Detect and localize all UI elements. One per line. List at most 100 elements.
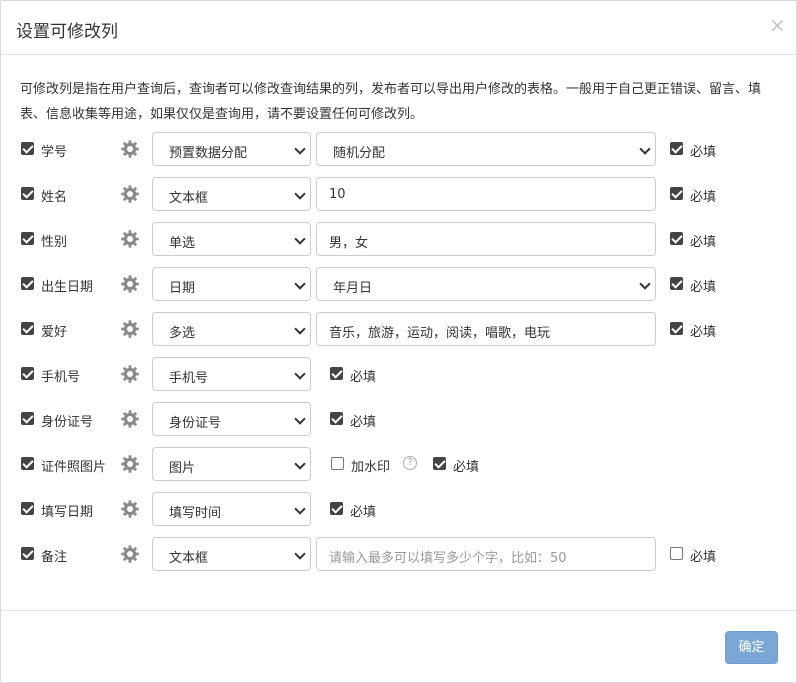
- type-select-value: 单选: [169, 236, 196, 251]
- close-icon[interactable]: ×: [769, 15, 786, 35]
- required-label: 必填: [690, 235, 717, 250]
- field-row: 填写日期 填写时间 必填: [1, 492, 796, 526]
- type-select[interactable]: 图片: [152, 447, 311, 481]
- field-row: 备注 文本框 请输入最多可以填写多少个字，比如：50 必填: [1, 537, 796, 571]
- value-input-text: 男，女: [329, 236, 369, 251]
- enable-checkbox[interactable]: [21, 187, 34, 200]
- value-select-value: 年月日: [333, 281, 373, 296]
- type-select-value: 文本框: [169, 191, 209, 206]
- field-label: 出生日期: [41, 280, 94, 295]
- gear-icon[interactable]: [120, 184, 140, 204]
- required-checkbox[interactable]: [670, 142, 683, 155]
- field-row: 出生日期 日期 年月日 必填: [1, 267, 796, 301]
- gear-icon[interactable]: [120, 364, 140, 384]
- enable-checkbox[interactable]: [21, 547, 34, 560]
- type-select[interactable]: 预置数据分配: [152, 132, 311, 166]
- type-select-value: 文本框: [169, 551, 209, 566]
- enable-checkbox[interactable]: [21, 322, 34, 335]
- required-label: 必填: [690, 280, 717, 295]
- required-checkbox[interactable]: [670, 232, 683, 245]
- chevron-down-icon: [639, 143, 651, 155]
- gear-icon[interactable]: [120, 409, 140, 429]
- watermark-checkbox[interactable]: [331, 457, 344, 470]
- type-select[interactable]: 手机号: [152, 357, 311, 391]
- enable-checkbox[interactable]: [21, 457, 34, 470]
- field-label: 爱好: [41, 325, 68, 340]
- required-checkbox[interactable]: [670, 277, 683, 290]
- gear-icon[interactable]: [120, 319, 140, 339]
- type-select-value: 手机号: [169, 371, 209, 386]
- type-select[interactable]: 文本框: [152, 177, 311, 211]
- gear-icon[interactable]: [120, 454, 140, 474]
- value-select-value: 随机分配: [333, 146, 386, 161]
- chevron-down-icon: [294, 233, 306, 245]
- footer-divider: [1, 610, 796, 611]
- value-input-placeholder: 请输入最多可以填写多少个字，比如：50: [329, 551, 567, 566]
- help-icon[interactable]: ?: [403, 456, 417, 470]
- field-label: 身份证号: [41, 415, 94, 430]
- field-label: 填写日期: [41, 505, 94, 520]
- value-input[interactable]: 音乐，旅游，运动，阅读，唱歌，电玩: [316, 312, 656, 346]
- required-label: 必填: [690, 190, 717, 205]
- field-row: 性别 单选 男，女 必填: [1, 222, 796, 256]
- required-checkbox[interactable]: [670, 322, 683, 335]
- required-label: 必填: [690, 325, 717, 340]
- type-select[interactable]: 多选: [152, 312, 311, 346]
- required-checkbox[interactable]: [433, 457, 446, 470]
- type-select-value: 多选: [169, 326, 196, 341]
- gear-icon[interactable]: [120, 499, 140, 519]
- gear-icon[interactable]: [120, 229, 140, 249]
- type-select[interactable]: 身份证号: [152, 402, 311, 436]
- field-label: 性别: [41, 235, 68, 250]
- chevron-down-icon: [294, 143, 306, 155]
- type-select[interactable]: 单选: [152, 222, 311, 256]
- ok-button[interactable]: 确定: [725, 631, 778, 664]
- value-input[interactable]: 男，女: [316, 222, 656, 256]
- field-row: 手机号 手机号 必填: [1, 357, 796, 391]
- type-select[interactable]: 填写时间: [152, 492, 311, 526]
- chevron-down-icon: [294, 503, 306, 515]
- required-checkbox[interactable]: [670, 187, 683, 200]
- modal-dialog: 设置可修改列 × 可修改列是指在用户查询后，查询者可以修改查询结果的列，发布者可…: [0, 0, 797, 683]
- required-label: 必填: [350, 370, 377, 385]
- required-checkbox[interactable]: [670, 547, 683, 560]
- enable-checkbox[interactable]: [21, 232, 34, 245]
- enable-checkbox[interactable]: [21, 412, 34, 425]
- enable-checkbox[interactable]: [21, 277, 34, 290]
- type-select[interactable]: 文本框: [152, 537, 311, 571]
- type-select-value: 图片: [169, 461, 196, 476]
- value-select[interactable]: 随机分配: [316, 132, 656, 166]
- value-input[interactable]: 10: [316, 177, 656, 211]
- type-select-value: 预置数据分配: [169, 146, 248, 161]
- required-checkbox[interactable]: [330, 412, 343, 425]
- enable-checkbox[interactable]: [21, 502, 34, 515]
- field-label: 证件照图片: [41, 460, 107, 475]
- field-label: 手机号: [41, 370, 81, 385]
- modal-title: 设置可修改列: [16, 22, 118, 42]
- required-checkbox[interactable]: [330, 502, 343, 515]
- type-select[interactable]: 日期: [152, 267, 311, 301]
- chevron-down-icon: [294, 413, 306, 425]
- watermark-label: 加水印: [351, 460, 391, 475]
- field-label: 学号: [41, 145, 68, 160]
- enable-checkbox[interactable]: [21, 142, 34, 155]
- value-select[interactable]: 年月日: [316, 267, 656, 301]
- gear-icon[interactable]: [120, 139, 140, 159]
- required-checkbox[interactable]: [330, 367, 343, 380]
- chevron-down-icon: [294, 548, 306, 560]
- field-label: 备注: [41, 550, 68, 565]
- field-row: 姓名 文本框 10 必填: [1, 177, 796, 211]
- value-input[interactable]: 请输入最多可以填写多少个字，比如：50: [316, 537, 656, 571]
- chevron-down-icon: [639, 278, 651, 290]
- modal-header: 设置可修改列 ×: [1, 1, 796, 55]
- field-label: 姓名: [41, 190, 68, 205]
- field-row: 证件照图片 图片 加水印? 必填: [1, 447, 796, 481]
- required-label: 必填: [690, 550, 717, 565]
- chevron-down-icon: [294, 188, 306, 200]
- description-text: 可修改列是指在用户查询后，查询者可以修改查询结果的列，发布者可以导出用户修改的表…: [20, 82, 762, 122]
- type-select-value: 日期: [169, 281, 196, 296]
- enable-checkbox[interactable]: [21, 367, 34, 380]
- gear-icon[interactable]: [120, 274, 140, 294]
- gear-icon[interactable]: [120, 544, 140, 564]
- required-label: 必填: [350, 415, 377, 430]
